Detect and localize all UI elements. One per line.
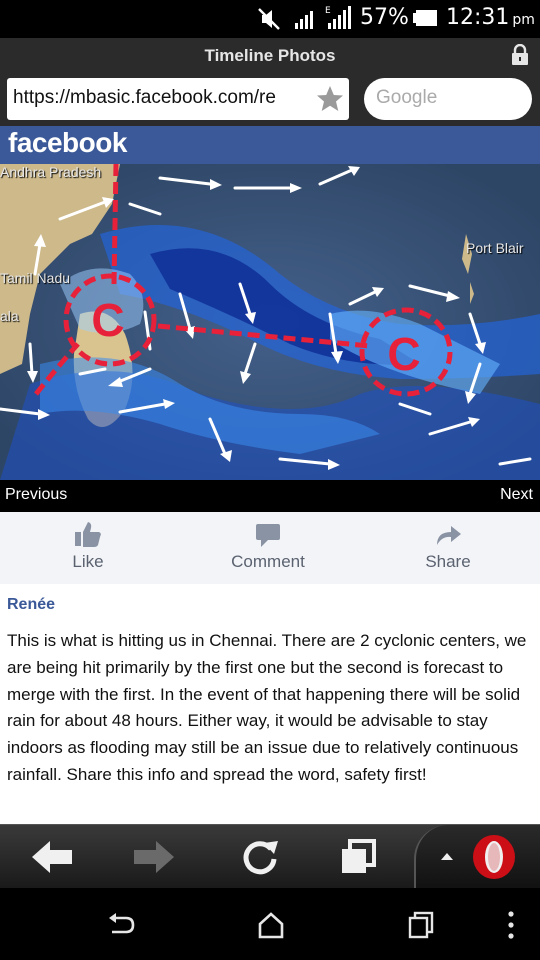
map-label: ala bbox=[0, 308, 19, 324]
comment-label: Comment bbox=[231, 552, 305, 571]
battery-icon bbox=[413, 10, 437, 26]
tabs-icon[interactable] bbox=[336, 837, 380, 877]
cyclone-marker-2: C bbox=[387, 328, 420, 380]
map-label: Port Blair bbox=[466, 240, 524, 256]
mute-icon bbox=[258, 8, 280, 30]
nav-back-icon[interactable] bbox=[106, 910, 136, 940]
battery-percent: 57% bbox=[360, 5, 409, 30]
reload-icon[interactable] bbox=[238, 837, 282, 877]
timeline-photo[interactable]: C C Andhra Pradesh Tamil Nadu Port Blair… bbox=[0, 164, 540, 480]
search-placeholder: Google bbox=[376, 87, 438, 108]
like-label: Like bbox=[72, 552, 104, 571]
like-button[interactable]: Like bbox=[18, 520, 158, 572]
map-label: Andhra Pradesh bbox=[0, 164, 102, 180]
cyclone-map-image: C C bbox=[0, 164, 540, 480]
url-input[interactable]: https://mbasic.facebook.com/re bbox=[7, 78, 349, 120]
photo-pager: Previous Next bbox=[0, 480, 540, 512]
browser-toolbar bbox=[0, 824, 540, 889]
network-type: E bbox=[325, 6, 331, 16]
search-input[interactable]: Google bbox=[364, 78, 532, 120]
signal-icon: E bbox=[325, 6, 351, 29]
opera-menu-button[interactable] bbox=[414, 825, 540, 889]
previous-link[interactable]: Previous bbox=[5, 486, 67, 504]
post-actions: Like Comment Share bbox=[0, 512, 540, 584]
map-label: Tamil Nadu bbox=[0, 270, 71, 286]
comment-icon bbox=[256, 524, 280, 547]
post-author[interactable]: Renée bbox=[7, 596, 55, 614]
facebook-logo[interactable]: facebook bbox=[8, 127, 127, 159]
back-arrow-icon[interactable] bbox=[30, 837, 74, 877]
cyclone-marker-1: C bbox=[91, 294, 124, 346]
share-label: Share bbox=[425, 552, 471, 571]
post-content: Renée This is what is hitting us in Chen… bbox=[0, 584, 540, 824]
signal-icon bbox=[295, 11, 313, 29]
lock-icon[interactable] bbox=[510, 44, 530, 66]
url-text[interactable]: https://mbasic.facebook.com/re bbox=[13, 87, 313, 109]
nav-menu-icon[interactable] bbox=[496, 910, 526, 940]
post-text: This is what is hitting us in Chennai. T… bbox=[7, 631, 527, 784]
forward-arrow-icon[interactable] bbox=[132, 837, 176, 877]
share-button[interactable]: Share bbox=[378, 520, 518, 572]
browser-title-bar: Timeline Photos bbox=[0, 38, 540, 74]
facebook-header: facebook bbox=[0, 126, 540, 164]
thumbs-up-icon bbox=[75, 522, 101, 547]
system-nav-bar bbox=[0, 888, 540, 960]
nav-recents-icon[interactable] bbox=[406, 910, 436, 940]
share-icon bbox=[437, 526, 461, 545]
comment-button[interactable]: Comment bbox=[198, 520, 338, 572]
nav-home-icon[interactable] bbox=[256, 910, 286, 940]
status-bar: E 57% 12:31 pm bbox=[0, 0, 540, 38]
bookmark-star-icon[interactable] bbox=[315, 84, 345, 114]
chevron-up-icon bbox=[441, 853, 453, 860]
address-bar: https://mbasic.facebook.com/re Google bbox=[0, 74, 540, 126]
page-title: Timeline Photos bbox=[204, 46, 336, 65]
clock: 12:31 pm bbox=[446, 5, 535, 30]
opera-logo-icon bbox=[473, 835, 515, 879]
next-link[interactable]: Next bbox=[500, 486, 533, 504]
